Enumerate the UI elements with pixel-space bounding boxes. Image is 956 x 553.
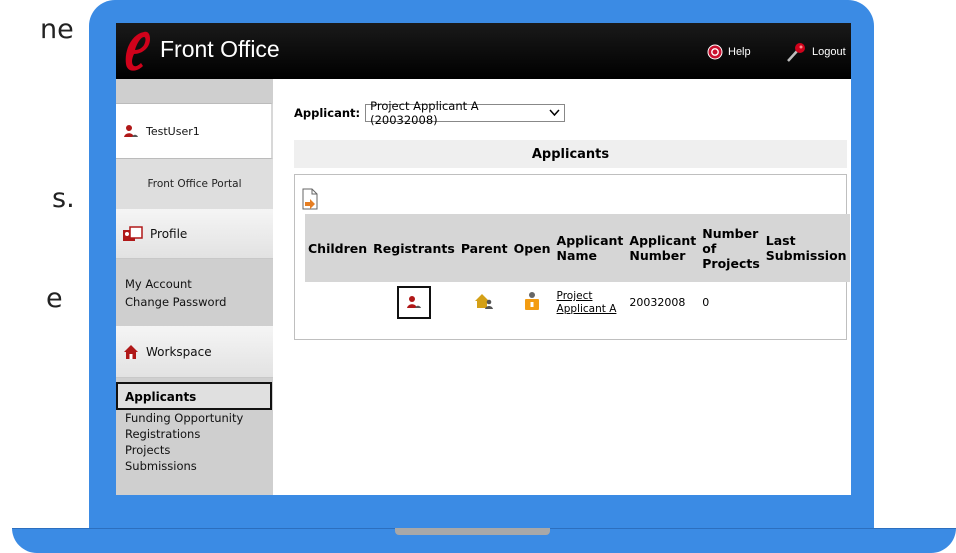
workspace-section-header[interactable]: Workspace <box>116 326 273 378</box>
help-icon <box>707 44 723 60</box>
applicants-panel: Children Registrants Parent Open Applica… <box>294 174 850 340</box>
column-header-applicant-number: Applicant Number <box>626 214 700 282</box>
column-header-number-of-projects: Number of Projects <box>699 214 763 282</box>
sidebar-item-funding-opportunity-registrations[interactable]: Funding Opportunity Registrations <box>116 410 273 442</box>
applicant-selector-row: Applicant: Project Applicant A (20032008… <box>294 99 566 127</box>
laptop-notch <box>395 528 550 535</box>
logout-label: Logout <box>812 46 846 58</box>
applicants-table: Children Registrants Parent Open Applica… <box>305 214 850 322</box>
portal-link[interactable]: Front Office Portal <box>116 159 273 209</box>
profile-section-title: Profile <box>150 226 188 241</box>
slide-text-fragment-3: e <box>46 283 63 314</box>
main-content: Applicant: Project Applicant A (20032008… <box>273 79 851 495</box>
profile-section-header[interactable]: Profile <box>116 209 273 259</box>
sidebar-item-applicants[interactable]: Applicants <box>116 382 272 410</box>
cell-open <box>511 282 554 322</box>
sidebar: TestUser1 Front Office Portal Profile My… <box>116 79 273 495</box>
parent-button[interactable] <box>474 293 494 312</box>
sidebar-item-projects[interactable]: Projects <box>116 442 273 458</box>
slide-text-fragment-1: ne <box>40 14 74 45</box>
open-lock-icon <box>525 291 540 310</box>
applicant-selected-value: Project Applicant A (20032008) <box>370 99 479 127</box>
applicant-label: Applicant: <box>294 106 361 120</box>
applicant-name-link[interactable]: Project Applicant A <box>557 290 617 315</box>
cell-applicant-name: Project Applicant A <box>554 282 627 322</box>
cell-parent <box>458 282 511 322</box>
panel-title: Applicants <box>294 140 847 168</box>
sidebar-item-submissions[interactable]: Submissions <box>116 458 273 474</box>
help-label: Help <box>728 46 751 58</box>
my-account-link[interactable]: My Account <box>125 275 273 293</box>
cell-registrants <box>370 282 458 322</box>
export-document-icon[interactable] <box>302 188 318 210</box>
profile-links: My Account Change Password <box>116 275 273 311</box>
e-logo-icon <box>125 31 150 71</box>
table-row: Project Applicant A 20032008 0 <box>305 282 850 322</box>
column-header-registrants: Registrants <box>370 214 458 282</box>
column-header-parent: Parent <box>457 214 511 282</box>
parent-house-icon <box>475 293 494 309</box>
user-block: TestUser1 <box>116 103 273 159</box>
logout-link[interactable]: Logout <box>785 41 846 63</box>
portal-label: Front Office Portal <box>147 178 242 190</box>
applicant-select[interactable]: Project Applicant A (20032008) <box>365 99 566 127</box>
table-header-row: Children Registrants Parent Open Applica… <box>305 214 850 282</box>
workspace-links: Applicants Funding Opportunity Registrat… <box>116 382 273 474</box>
logout-key-icon <box>787 43 805 62</box>
open-button[interactable] <box>523 291 541 314</box>
cell-applicant-number: 20032008 <box>629 295 686 309</box>
chevron-down-icon <box>549 109 560 117</box>
column-header-last-submission: Last Submission <box>762 214 850 282</box>
user-name: TestUser1 <box>146 124 200 138</box>
app-title: Front Office <box>160 36 280 62</box>
house-icon <box>124 344 138 359</box>
cell-children <box>305 282 370 322</box>
column-header-open: Open <box>510 214 554 282</box>
help-link[interactable]: Help <box>707 41 751 63</box>
cell-number-of-projects: 0 <box>702 295 710 309</box>
app-screen: Front Office Help Logout TestUser1 Front… <box>116 23 851 495</box>
slide-text-fragment-2: s. <box>52 183 75 214</box>
workspace-section-title: Workspace <box>146 344 212 359</box>
user-icon <box>124 125 138 137</box>
registrants-button[interactable] <box>396 285 431 319</box>
profile-cards-icon <box>123 225 143 241</box>
cell-last-submission <box>763 282 850 322</box>
column-header-children: Children <box>305 214 371 282</box>
registrants-user-icon <box>406 296 421 308</box>
column-header-applicant-name: Applicant Name <box>553 214 627 282</box>
header-bar: Front Office Help Logout <box>116 23 851 79</box>
change-password-link[interactable]: Change Password <box>125 293 273 311</box>
